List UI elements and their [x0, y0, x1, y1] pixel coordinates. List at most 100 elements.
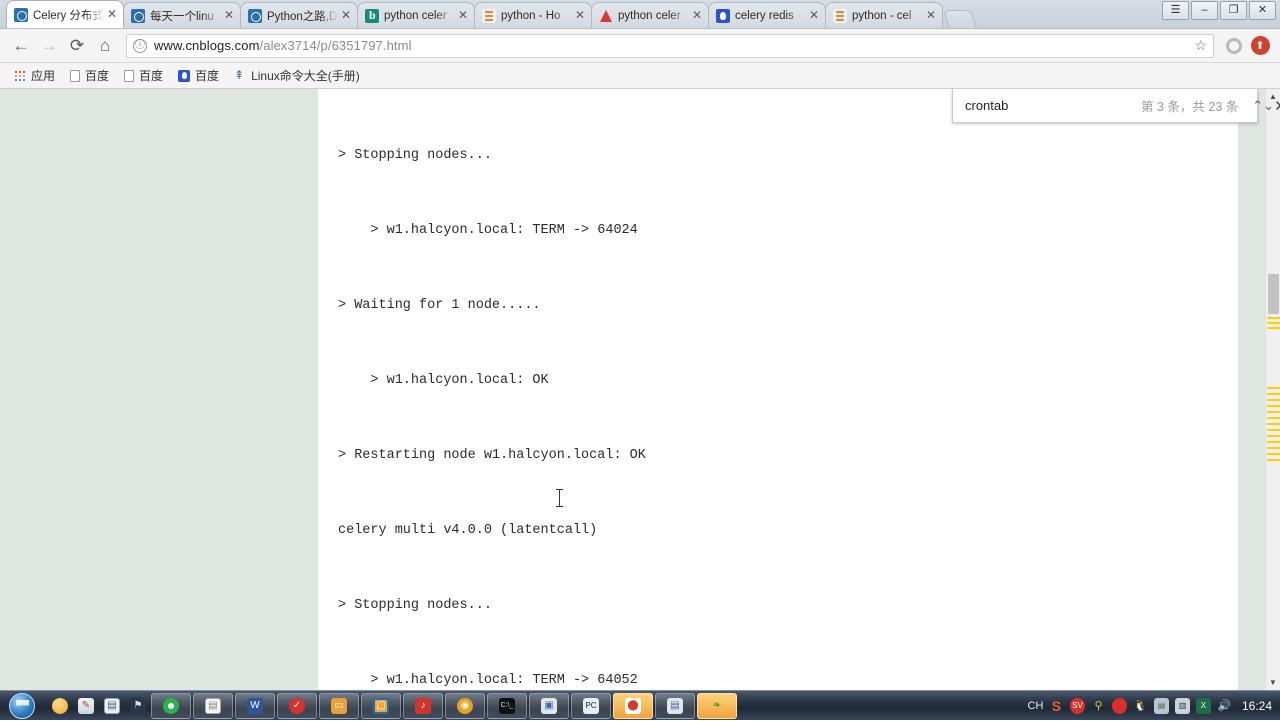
- browser-menu-icon[interactable]: ⬆: [1248, 34, 1272, 58]
- home-icon[interactable]: ⌂: [92, 33, 118, 59]
- find-previous-icon[interactable]: ⌃: [1252, 93, 1263, 119]
- taskbar-foxmail-button[interactable]: ✓: [277, 693, 317, 719]
- back-icon[interactable]: ←: [8, 33, 34, 59]
- taskbar-cmd-button[interactable]: C:\_: [487, 693, 527, 719]
- browser-tab-0[interactable]: Celery 分布式 ✕: [6, 0, 124, 28]
- address-bar[interactable]: ⓘ www.cnblogs.com/alex3714/p/6351797.htm…: [126, 34, 1214, 58]
- find-match-marker: [1267, 447, 1280, 449]
- qq-icon[interactable]: 🐧: [1133, 698, 1148, 713]
- bookmark-baidu-1[interactable]: 百度: [64, 65, 115, 86]
- tab-close-icon[interactable]: ✕: [105, 8, 119, 22]
- sv-icon[interactable]: SV: [1070, 698, 1085, 713]
- link-icon: ⇞: [234, 70, 246, 82]
- browser-tab-4[interactable]: python - Ho ✕: [474, 2, 592, 28]
- find-match-marker: [1267, 423, 1280, 425]
- tab-close-icon[interactable]: ✕: [690, 9, 704, 23]
- bookmark-label: 应用: [31, 67, 55, 84]
- find-match-marker: [1267, 459, 1280, 461]
- terminal-line: > Stopping nodes...: [338, 143, 1218, 168]
- bookmark-linux-manual[interactable]: ⇞ Linux命令大全(手册): [228, 65, 366, 86]
- find-match-marker: [1267, 327, 1280, 329]
- bookmark-baidu-3[interactable]: 百度: [172, 65, 225, 86]
- cnblogs-icon: [14, 8, 28, 22]
- window-minimize-button[interactable]: –: [1191, 1, 1218, 20]
- bookmark-star-icon[interactable]: ☆: [1194, 37, 1207, 54]
- record-icon[interactable]: [1112, 698, 1127, 713]
- tab-title: Celery 分布式: [33, 7, 105, 23]
- save-icon[interactable]: ▤: [100, 694, 124, 718]
- monitor-icon[interactable]: ▥: [1175, 698, 1190, 713]
- site-info-icon[interactable]: ⓘ: [133, 39, 147, 53]
- find-in-page-bar: 第 3 条，共 23 条 ⌃ ⌄ ✕: [952, 89, 1258, 123]
- bookmark-label: Linux命令大全(手册): [251, 67, 360, 84]
- taskbar-buttons: ▤ W ✓ ▭ ▢ ♪ ◉ C:\_ ▣ PC ⬤ ▤ ❧: [150, 693, 738, 719]
- stackoverflow-icon: [833, 9, 847, 23]
- tab-close-icon[interactable]: ✕: [339, 9, 353, 23]
- window-user-button[interactable]: ☰: [1162, 1, 1189, 20]
- forward-icon[interactable]: →: [36, 33, 62, 59]
- network-icon[interactable]: ⚑: [126, 694, 150, 718]
- tab-close-icon[interactable]: ✕: [807, 9, 821, 23]
- article-content: > Stopping nodes... > w1.halcyon.local: …: [318, 89, 1238, 690]
- bookmarks-bar: 应用 百度 百度 百度 ⇞ Linux命令大全(手册): [0, 63, 1280, 89]
- browser-tab-3[interactable]: python celer ✕: [357, 2, 475, 28]
- find-close-icon[interactable]: ✕: [1274, 93, 1280, 119]
- excel-icon[interactable]: X: [1196, 698, 1211, 713]
- reload-icon[interactable]: ⟳: [64, 33, 90, 59]
- tab-close-icon[interactable]: ✕: [573, 9, 587, 23]
- ime-indicator[interactable]: CH: [1028, 698, 1043, 713]
- cnblogs-icon: [248, 9, 262, 23]
- tab-close-icon[interactable]: ✕: [456, 9, 470, 23]
- find-input[interactable]: [965, 98, 1141, 113]
- sogou-icon[interactable]: S: [1049, 698, 1064, 713]
- bing-icon: [365, 9, 379, 23]
- browser-tab-6[interactable]: celery redis ✕: [708, 2, 826, 28]
- find-match-count: 第 3 条，共 23 条: [1141, 96, 1238, 115]
- vertical-scrollbar[interactable]: ▲ ▼: [1265, 89, 1280, 690]
- scrollbar-thumb[interactable]: [1268, 274, 1279, 314]
- tab-close-icon[interactable]: ✕: [222, 9, 236, 23]
- quick-launch-area: ✎ ▤ ⚑: [44, 694, 150, 718]
- taskbar-shield-button[interactable]: ⬤: [613, 693, 653, 719]
- taskbar-pc-button[interactable]: PC: [571, 693, 611, 719]
- tab-close-icon[interactable]: ✕: [924, 9, 938, 23]
- taskbar-pycharm-button[interactable]: ♪: [403, 693, 443, 719]
- snip-icon[interactable]: ✎: [74, 694, 98, 718]
- window-maximize-button[interactable]: ❐: [1220, 1, 1247, 20]
- browser-tab-5[interactable]: python celer ✕: [591, 2, 709, 28]
- browser-tab-2[interactable]: Python之路,D ✕: [240, 2, 358, 28]
- browser-tab-1[interactable]: 每天一个linu ✕: [123, 2, 241, 28]
- taskbar-xshell-button[interactable]: ▢: [361, 693, 401, 719]
- window-close-button[interactable]: ✕: [1249, 1, 1276, 20]
- bookmark-apps[interactable]: 应用: [8, 65, 61, 86]
- bookmark-baidu-2[interactable]: 百度: [118, 65, 169, 86]
- taskbar-clock[interactable]: 16:24: [1242, 699, 1272, 713]
- baidu-icon: [716, 9, 730, 23]
- net-icon[interactable]: ▤: [1154, 698, 1169, 713]
- taskbar-mediaplayer-button[interactable]: ◉: [445, 693, 485, 719]
- browser-tab-7[interactable]: python - cel ✕: [825, 2, 943, 28]
- find-next-icon[interactable]: ⌄: [1263, 93, 1274, 119]
- volume-icon[interactable]: 🔊: [1217, 698, 1232, 713]
- find-match-marker: [1267, 393, 1280, 395]
- taskbar-window-button[interactable]: ▣: [529, 693, 569, 719]
- navigation-toolbar: ← → ⟳ ⌂ ⓘ www.cnblogs.com/alex3714/p/635…: [0, 29, 1280, 63]
- tab-title: python celer: [384, 10, 456, 22]
- taskbar-folder-button[interactable]: ▭: [319, 693, 359, 719]
- avast-icon: [599, 9, 613, 23]
- profile-avatar[interactable]: [1222, 34, 1246, 58]
- find-match-marker: [1267, 417, 1280, 419]
- terminal-line: > w1.halcyon.local: TERM -> 64024: [338, 218, 1218, 243]
- scroll-down-arrow[interactable]: ▼: [1266, 675, 1280, 690]
- taskbar-leaf-button[interactable]: ❧: [697, 693, 737, 719]
- new-tab-button[interactable]: [943, 10, 977, 28]
- window-controls: ☰ – ❐ ✕: [1162, 1, 1276, 20]
- taskbar-notepad-button[interactable]: ▤: [193, 693, 233, 719]
- find-match-marker: [1267, 435, 1280, 437]
- paint-icon[interactable]: [48, 694, 72, 718]
- taskbar-word-button[interactable]: W: [235, 693, 275, 719]
- taskbar-chrome-button[interactable]: [151, 693, 191, 719]
- tool-icon[interactable]: ⚲: [1091, 698, 1106, 713]
- start-button[interactable]: [0, 691, 44, 721]
- taskbar-editor-button[interactable]: ▤: [655, 693, 695, 719]
